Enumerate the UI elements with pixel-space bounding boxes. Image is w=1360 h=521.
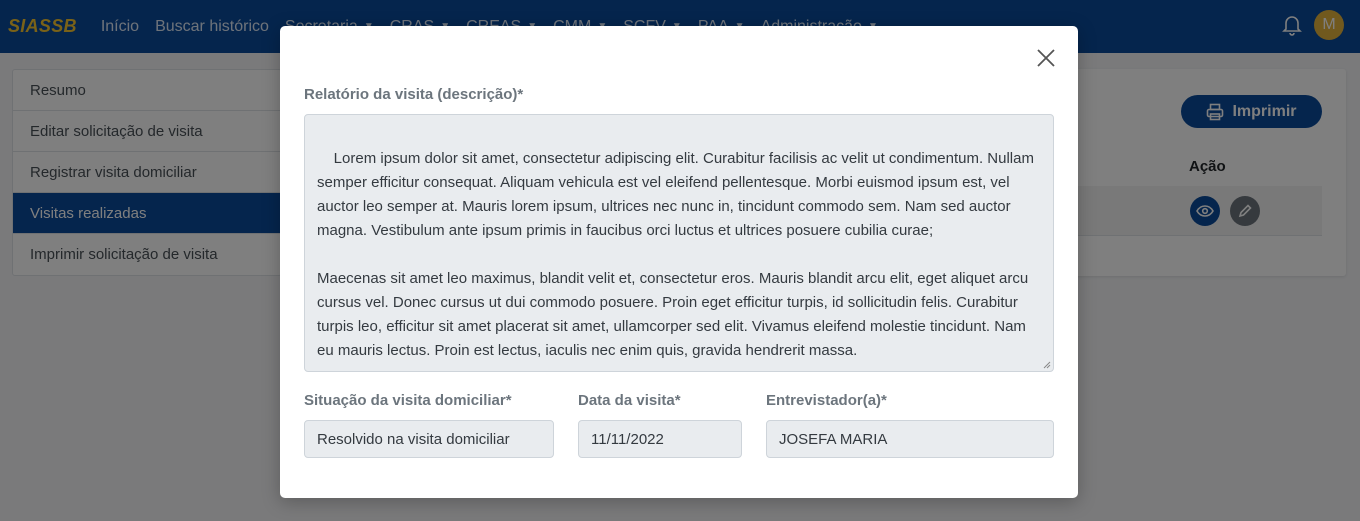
description-text: Lorem ipsum dolor sit amet, consectetur …	[317, 150, 1034, 359]
situacao-label: Situação da visita domiciliar*	[304, 392, 512, 409]
close-icon	[1037, 49, 1055, 67]
situacao-value: Resolvido na visita domiciliar	[317, 430, 510, 448]
situacao-field[interactable]: Resolvido na visita domiciliar	[304, 420, 554, 458]
data-visita-label: Data da visita*	[578, 392, 681, 409]
visit-report-modal: Relatório da visita (descrição)* Lorem i…	[280, 26, 1078, 498]
close-button[interactable]	[1032, 44, 1060, 72]
resize-handle-icon[interactable]	[1043, 361, 1051, 369]
entrevistador-value: JOSEFA MARIA	[779, 430, 888, 448]
entrevistador-field[interactable]: JOSEFA MARIA	[766, 420, 1054, 458]
entrevistador-label: Entrevistador(a)*	[766, 392, 887, 409]
description-textarea[interactable]: Lorem ipsum dolor sit amet, consectetur …	[304, 114, 1054, 372]
description-label: Relatório da visita (descrição)*	[304, 86, 524, 103]
data-visita-value: 11/11/2022	[591, 430, 664, 448]
data-visita-field[interactable]: 11/11/2022	[578, 420, 742, 458]
